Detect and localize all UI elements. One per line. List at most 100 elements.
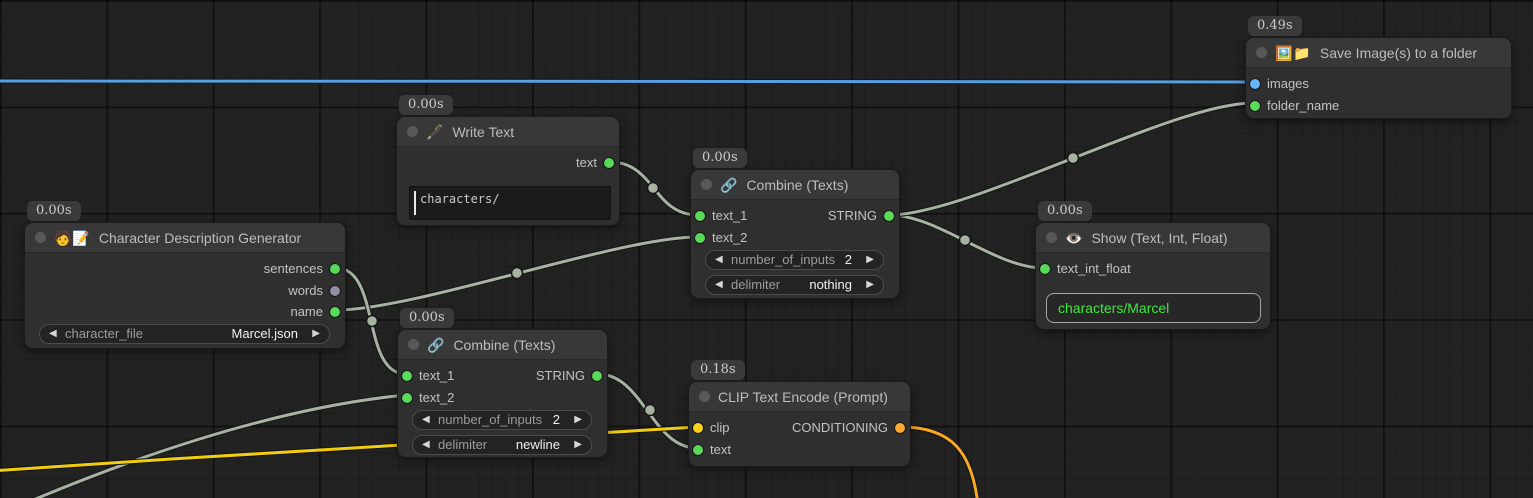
output-dot-STRING[interactable] bbox=[884, 211, 894, 221]
widget-label: character_file bbox=[65, 325, 143, 343]
collapse-dot-icon[interactable] bbox=[699, 391, 710, 402]
node-title-icon: 🔗 bbox=[720, 178, 738, 192]
node-title: CLIP Text Encode (Prompt) bbox=[718, 389, 888, 405]
node-titlebar: 🖋️ Write Text bbox=[397, 117, 619, 147]
widget-value: newline bbox=[516, 436, 560, 454]
node-character-description-generator[interactable]: 0.00s🧑📝Character Description Generatorse… bbox=[24, 222, 346, 349]
images-link[interactable] bbox=[0, 81, 1253, 82]
stepper-left-icon[interactable]: ◀ bbox=[422, 436, 430, 454]
stepper-right-icon[interactable]: ▶ bbox=[866, 251, 874, 269]
output-slot-words: words bbox=[288, 281, 345, 301]
output-label: text bbox=[576, 155, 597, 170]
node-title-icon: 🔗 bbox=[427, 338, 445, 352]
collapse-dot-icon[interactable] bbox=[408, 339, 419, 350]
node-graph-canvas[interactable]: 0.00s 🧑📝 Character Description Generator se… bbox=[0, 0, 1533, 498]
input-slot-folder_name: folder_name bbox=[1246, 96, 1339, 116]
node-save-images-to-folder[interactable]: 0.49s🖼️📁Save Image(s) to a folderimagesf… bbox=[1245, 37, 1512, 119]
input-slot-text_2: text_2 bbox=[398, 388, 454, 408]
input-label: text bbox=[710, 442, 731, 457]
input-label: text_int_float bbox=[1057, 261, 1131, 276]
output-label: STRING bbox=[536, 368, 585, 383]
stepper-left-icon[interactable]: ◀ bbox=[715, 251, 723, 269]
output-label: STRING bbox=[828, 208, 877, 223]
input-dot-text_int_float[interactable] bbox=[1040, 264, 1050, 274]
widget-number_of_inputs[interactable]: ◀ number_of_inputs 2 ▶ bbox=[412, 410, 592, 430]
input-dot-clip[interactable] bbox=[693, 423, 703, 433]
combine1-string-to-show-link-midpoint-dot bbox=[960, 235, 971, 246]
conditioning-link[interactable] bbox=[901, 427, 978, 498]
widget-label: number_of_inputs bbox=[438, 411, 542, 429]
output-label: CONDITIONING bbox=[792, 420, 888, 435]
execution-time-badge: 0.18s bbox=[691, 360, 745, 380]
node-title: Show (Text, Int, Float) bbox=[1091, 230, 1227, 246]
widget-delimiter[interactable]: ◀delimiternothing▶ bbox=[705, 275, 884, 295]
output-slot-sentences: sentences bbox=[264, 259, 345, 279]
output-slot-text: text bbox=[576, 153, 619, 173]
name-to-combine1-text2-link-midpoint-dot bbox=[512, 268, 523, 279]
display-output-box: characters/Marcel bbox=[1046, 293, 1261, 323]
node-title: Write Text bbox=[452, 124, 514, 140]
node-title: Save Image(s) to a folder bbox=[1320, 45, 1477, 61]
output-label: sentences bbox=[264, 261, 323, 276]
output-dot-text[interactable] bbox=[604, 158, 614, 168]
stepper-left-icon[interactable]: ◀ bbox=[715, 276, 723, 294]
input-slot-text_2: text_2 bbox=[691, 228, 747, 248]
execution-time-badge: 0.49s bbox=[1248, 16, 1302, 36]
stepper-right-icon[interactable]: ▶ bbox=[574, 436, 582, 454]
output-dot-CONDITIONING[interactable] bbox=[895, 423, 905, 433]
output-dot-STRING[interactable] bbox=[592, 371, 602, 381]
node-show-text-int-float[interactable]: 0.00s👁️Show (Text, Int, Float)text_int_f… bbox=[1035, 222, 1271, 330]
collapse-dot-icon[interactable] bbox=[407, 126, 418, 137]
widget-value: 2 bbox=[553, 411, 560, 429]
combine2-string-to-clip-text-link-midpoint-dot bbox=[645, 405, 656, 416]
node-combine-texts-1[interactable]: 0.00s🔗Combine (Texts)text_1text_2STRING◀… bbox=[690, 169, 900, 299]
widget-delimiter[interactable]: ◀delimiternewline▶ bbox=[412, 435, 592, 455]
node-title-icon: 🖋️ bbox=[426, 125, 444, 139]
input-label: text_2 bbox=[419, 390, 454, 405]
node-title-icon: 🖼️📁 bbox=[1275, 46, 1312, 60]
execution-time-badge: 0.00s bbox=[400, 308, 454, 328]
stepper-left-icon[interactable]: ◀ bbox=[49, 325, 57, 343]
node-title: Combine (Texts) bbox=[453, 337, 555, 353]
node-write-text[interactable]: 0.00s🖋️Write Texttextcharacters/ bbox=[396, 116, 620, 226]
output-label: words bbox=[288, 283, 323, 298]
input-dot-text_2[interactable] bbox=[695, 233, 705, 243]
execution-time-badge: 0.00s bbox=[27, 201, 81, 221]
node-clip-text-encode[interactable]: 0.18sCLIP Text Encode (Prompt)cliptextCO… bbox=[688, 381, 911, 467]
output-dot-name[interactable] bbox=[330, 307, 340, 317]
collapse-dot-icon[interactable] bbox=[35, 232, 46, 243]
input-dot-text_1[interactable] bbox=[402, 371, 412, 381]
input-dot-images[interactable] bbox=[1250, 79, 1260, 89]
stepper-left-icon[interactable]: ◀ bbox=[422, 411, 430, 429]
output-slot-STRING: STRING bbox=[536, 366, 607, 386]
execution-time-badge: 0.00s bbox=[693, 148, 747, 168]
widget-character_file[interactable]: ◀ character_file Marcel.json ▶ bbox=[39, 324, 330, 344]
output-dot-sentences[interactable] bbox=[330, 264, 340, 274]
combine1-string-to-save-foldername-link-midpoint-dot bbox=[1068, 153, 1079, 164]
stepper-right-icon[interactable]: ▶ bbox=[312, 325, 320, 343]
stepper-right-icon[interactable]: ▶ bbox=[574, 411, 582, 429]
input-label: text_1 bbox=[419, 368, 454, 383]
text-input-area[interactable]: characters/ bbox=[409, 186, 611, 220]
collapse-dot-icon[interactable] bbox=[1046, 232, 1057, 243]
node-combine-texts-2[interactable]: 0.00s🔗Combine (Texts)text_1text_2STRING◀… bbox=[397, 329, 608, 458]
input-slot-text_1: text_1 bbox=[691, 206, 747, 226]
input-dot-text_1[interactable] bbox=[695, 211, 705, 221]
output-dot-words[interactable] bbox=[330, 286, 340, 296]
collapse-dot-icon[interactable] bbox=[701, 179, 712, 190]
node-title: Character Description Generator bbox=[99, 230, 301, 246]
input-slot-images: images bbox=[1246, 74, 1309, 94]
node-title-icon: 🧑📝 bbox=[54, 231, 91, 245]
input-dot-text_2[interactable] bbox=[402, 393, 412, 403]
node-title-icon: 👁️ bbox=[1065, 231, 1083, 245]
collapse-dot-icon[interactable] bbox=[1256, 47, 1267, 58]
execution-time-badge: 0.00s bbox=[1038, 201, 1092, 221]
widget-value: Marcel.json bbox=[232, 325, 298, 343]
input-dot-text[interactable] bbox=[693, 445, 703, 455]
input-label: folder_name bbox=[1267, 98, 1339, 113]
stepper-right-icon[interactable]: ▶ bbox=[866, 276, 874, 294]
input-label: text_1 bbox=[712, 208, 747, 223]
input-dot-folder_name[interactable] bbox=[1250, 101, 1260, 111]
widget-number_of_inputs[interactable]: ◀number_of_inputs2▶ bbox=[705, 250, 884, 270]
node-titlebar: CLIP Text Encode (Prompt) bbox=[689, 382, 910, 412]
